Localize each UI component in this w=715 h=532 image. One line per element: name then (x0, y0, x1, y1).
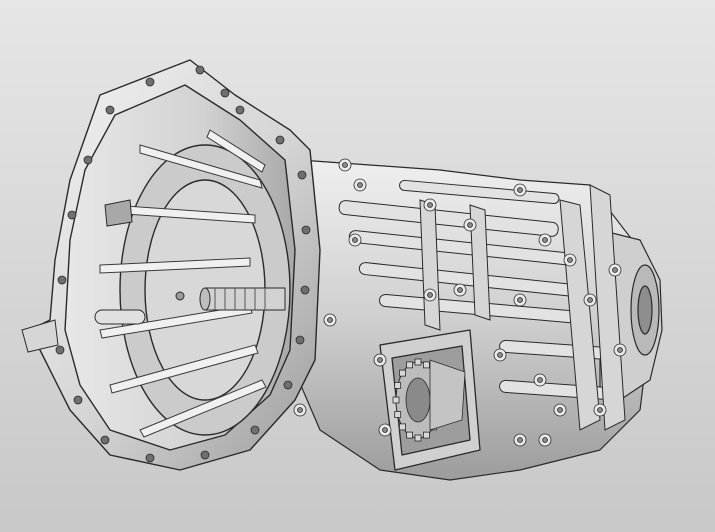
bolt-hole (73, 395, 83, 405)
gearbox-cad-render[interactable] (0, 0, 715, 532)
bolt-hole (67, 210, 77, 220)
bolt-hole (283, 380, 293, 390)
case-bolt-center (517, 297, 523, 303)
case-bolt-center (327, 317, 333, 323)
case-bolt-center (382, 427, 388, 433)
case-bolt-center (297, 407, 303, 413)
gear-tooth (392, 396, 400, 404)
case-bolt-center (597, 407, 603, 413)
bell-inspection-window (104, 199, 133, 227)
case-bolt-center (587, 297, 593, 303)
bolt-hole (250, 425, 260, 435)
bolt-hole (295, 335, 305, 345)
gear-tooth (414, 358, 422, 366)
gear-tooth (394, 411, 402, 418)
case-bolt-center (617, 347, 623, 353)
bolt-hole (275, 135, 285, 145)
gear-tooth (414, 434, 422, 442)
case-bolt-center (537, 377, 543, 383)
case-bolt-center (517, 437, 523, 443)
gear-tooth (423, 361, 430, 369)
cad-viewport[interactable] (0, 0, 715, 532)
gear-tooth (394, 382, 402, 389)
bolt-hole (220, 88, 230, 98)
case-bolt-center (517, 187, 523, 193)
bolt-hole (300, 285, 310, 295)
case-bolt-center (557, 407, 563, 413)
bolt-hole (195, 65, 205, 75)
case-bolt-center (467, 222, 473, 228)
case-bolt-center (352, 237, 358, 243)
bolt-hole (301, 225, 311, 235)
case-bolt-center (377, 357, 383, 363)
bolt-hole (55, 345, 65, 355)
case-bolt-center (567, 257, 573, 263)
bolt-hole (57, 275, 67, 285)
case-bolt-center (427, 202, 433, 208)
gear-tooth (423, 431, 430, 439)
bolt-hole (105, 105, 115, 115)
gear-tooth (406, 431, 413, 439)
gear-tooth (399, 369, 406, 377)
case-bolt-center (542, 437, 548, 443)
case-bolt-center (612, 267, 618, 273)
bolt-hole (297, 170, 307, 180)
case-bolt-center (342, 162, 348, 168)
gear-tooth (406, 361, 413, 369)
case-bolt-center (427, 292, 433, 298)
gear-tooth (399, 423, 406, 431)
case-bolt-center (497, 352, 503, 358)
bolt-hole (83, 155, 93, 165)
bolt-hole (145, 453, 155, 463)
case-bolt-center (542, 237, 548, 243)
case-bolt-center (457, 287, 463, 293)
bolt-hole (235, 105, 245, 115)
bolt-hole (145, 77, 155, 87)
case-bolt-center (357, 182, 363, 188)
bolt-hole (100, 435, 110, 445)
bolt-hole (200, 450, 210, 460)
